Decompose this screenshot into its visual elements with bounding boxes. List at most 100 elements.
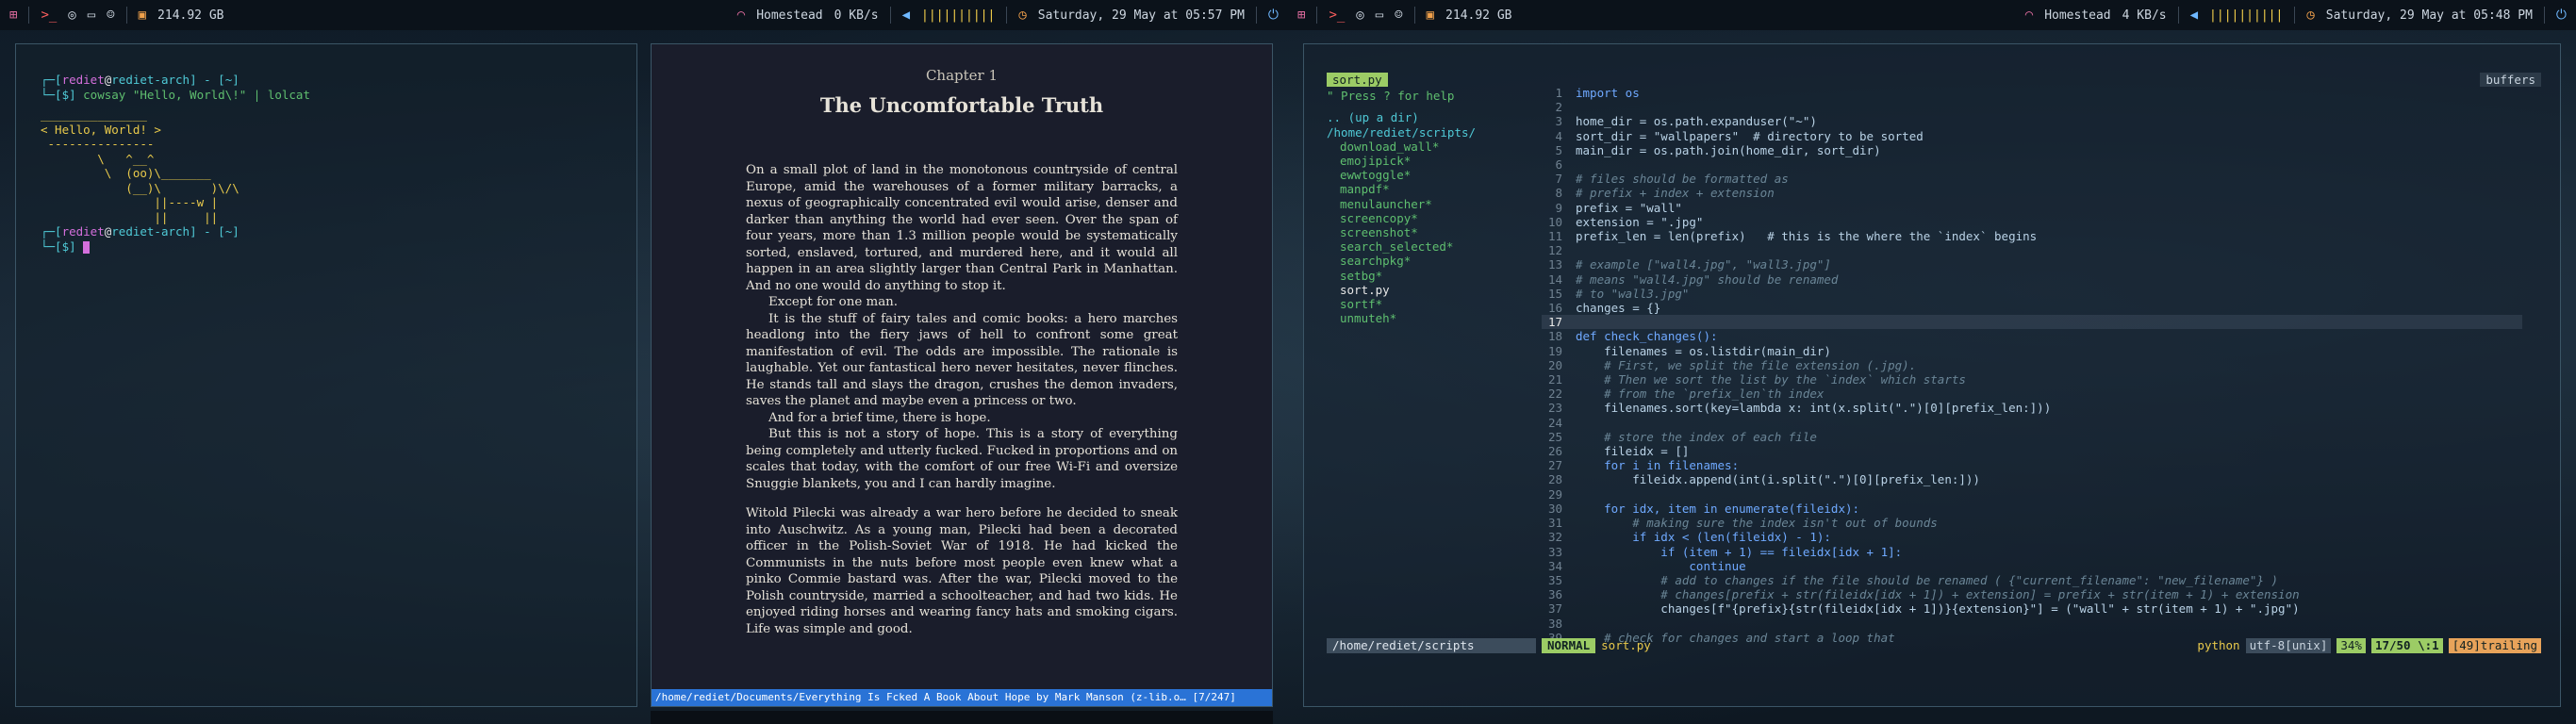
line-number: 11	[1547, 229, 1562, 244]
line-text: continue	[1576, 558, 1746, 573]
files-launcher-icon[interactable]: ▭	[88, 8, 95, 23]
browser-launcher-icon[interactable]: ◎	[68, 8, 75, 23]
wifi-icon[interactable]: ◠	[737, 8, 745, 23]
line-number: 15	[1547, 286, 1562, 301]
line-number: 8	[1555, 186, 1562, 201]
line-number: 12	[1547, 243, 1562, 258]
cowsay-output: _______________ < Hello, World! > ------…	[41, 107, 239, 224]
volume-icon[interactable]: ◀	[902, 8, 910, 23]
nerdtree-file[interactable]: screenshot*	[1340, 225, 1544, 239]
nerdtree-pane[interactable]: sort.py " Press ? for help .. (up a dir)…	[1327, 73, 1544, 325]
line-text: # means "wall4.jpg" should be renamed	[1576, 272, 1839, 287]
nerdtree-file[interactable]: download_wall*	[1340, 140, 1544, 154]
status-trailing: [49]trailing	[2448, 638, 2541, 653]
terminal-window[interactable]: ┌─[rediet@rediet-arch] - [~] └─[$] cowsa…	[15, 43, 637, 707]
line-text: extension = ".jpg"	[1576, 214, 1704, 229]
code-line: 20 # First, we split the file extension …	[1542, 358, 2522, 372]
code-line: 24	[1542, 416, 2522, 430]
line-number: 28	[1547, 472, 1562, 487]
line-text: import os	[1576, 86, 1640, 100]
code-line: 3 home_dir = os.path.expanduser("~")	[1542, 114, 2522, 128]
nerdtree-file[interactable]: setbg*	[1340, 269, 1544, 283]
book-paragraph: And for a brief time, there is hope.	[768, 410, 991, 425]
vim-window[interactable]: sort.py " Press ? for help .. (up a dir)…	[1303, 43, 2561, 707]
wifi-icon[interactable]: ◠	[2025, 8, 2033, 23]
code-line: 37 changes[f"{prefix}{str(fileidx[idx + …	[1542, 601, 2522, 616]
line-number: 36	[1547, 587, 1562, 602]
line-text: changes = {}	[1576, 301, 1661, 316]
nerdtree-file[interactable]: ewwtoggle*	[1340, 168, 1544, 182]
volume-level[interactable]: ||||||||||	[2209, 8, 2283, 23]
book-paragraph: It is the stuff of fairy tales and comic…	[746, 311, 1178, 409]
line-text: # add to changes if the file should be r…	[1576, 572, 2279, 587]
code-line: 38	[1542, 617, 2522, 631]
line-text: for i in filenames:	[1576, 458, 1740, 473]
code-editor[interactable]: 1 import os 2 3 home_dir = os.path.expanduse…	[1542, 86, 2522, 645]
nerdtree-file[interactable]: unmuteh*	[1340, 311, 1544, 325]
discord-launcher-icon[interactable]: ☺	[107, 8, 114, 23]
nerdtree-file[interactable]: sortf*	[1340, 297, 1544, 311]
discord-launcher-icon[interactable]: ☺	[1395, 8, 1402, 23]
network-speed: 4 KB/s	[2122, 8, 2167, 23]
nerdtree-file[interactable]: emojipick*	[1340, 154, 1544, 168]
nerdtree-file[interactable]: sort.py	[1340, 283, 1544, 297]
power-icon[interactable]: ⏻	[2556, 8, 2567, 23]
clock-icon: ◷	[1018, 8, 1027, 23]
line-text: prefix = "wall"	[1576, 200, 1682, 215]
line-text: for idx, item in enumerate(fileidx):	[1576, 501, 1860, 516]
nerdtree-file[interactable]: screencopy*	[1340, 211, 1544, 225]
vim-statusline: /home/rediet/scripts NORMAL sort.py pyth…	[1327, 638, 2541, 653]
nerdtree-help: " Press ? for help	[1327, 89, 1455, 104]
nerdtree-file[interactable]: searchpkg*	[1340, 254, 1544, 268]
line-number: 33	[1547, 544, 1562, 559]
terminal-launcher-icon[interactable]: >_	[41, 8, 57, 23]
command-line: └─[$] cowsay "Hello, World\!" | lolcat	[41, 87, 310, 102]
nerdtree-file[interactable]: search_selected*	[1340, 239, 1544, 254]
storage-value: 214.92 GB	[157, 8, 224, 23]
status-filetype: python	[2197, 638, 2240, 653]
line-text: sort_dir = "wallpapers" # directory to b…	[1576, 128, 1924, 143]
nerdtree-file[interactable]: manpdf*	[1340, 182, 1544, 196]
power-icon[interactable]: ⏻	[1268, 8, 1279, 23]
code-line: 28 fileidx.append(int(i.split(".")[0][pr…	[1542, 472, 2522, 486]
code-line: 2	[1542, 100, 2522, 114]
line-text: # files should be formatted as	[1576, 172, 1789, 187]
line-text: # to "wall3.jpg"	[1576, 286, 1690, 301]
nerdtree-file[interactable]: menulauncher*	[1340, 197, 1544, 211]
nerdtree-cwd[interactable]: /home/rediet/scripts/	[1327, 125, 1544, 140]
line-text: home_dir = os.path.expanduser("~")	[1576, 114, 1817, 129]
code-line: 13 # example ["wall4.jpg", "wall3.jpg"]	[1542, 257, 2522, 272]
code-line: 34 continue	[1542, 559, 2522, 573]
command-line[interactable]: └─[$]	[41, 239, 612, 255]
line-text: filenames.sort(key=lambda x: int(x.split…	[1576, 401, 2052, 416]
volume-icon[interactable]: ◀	[2190, 8, 2198, 23]
line-number: 23	[1547, 401, 1562, 416]
book-paragraph: Witold Pilecki was already a war hero be…	[746, 506, 1178, 636]
line-text: # from the `prefix_len`th index	[1576, 387, 1825, 402]
line-text: filenames = os.listdir(main_dir)	[1576, 343, 1831, 358]
line-text: fileidx.append(int(i.split(".")[0][prefi…	[1576, 472, 1980, 487]
status-percent: 34%	[2337, 638, 2366, 653]
code-line: 36 # changes[prefix + str(fileidx[idx + …	[1542, 587, 2522, 601]
line-number: 13	[1547, 257, 1562, 272]
clock-icon: ◷	[2306, 8, 2315, 23]
workspaces-icon[interactable]: ⊞	[1297, 8, 1305, 23]
line-number: 29	[1547, 486, 1562, 502]
line-number: 14	[1547, 272, 1562, 287]
clock: Saturday, 29 May at 05:48 PM	[2325, 8, 2533, 23]
code-line: 33 if (item + 1) == fileidx[idx + 1]:	[1542, 545, 2522, 559]
nerdtree-tab[interactable]: sort.py	[1327, 73, 1388, 87]
line-text: prefix_len = len(prefix) # this is the w…	[1576, 229, 2038, 244]
code-line: 9 prefix = "wall"	[1542, 201, 2522, 215]
volume-level[interactable]: ||||||||||	[921, 8, 995, 23]
book-reader-window[interactable]: Chapter 1 The Uncomfortable Truth On a s…	[651, 43, 1273, 707]
terminal-launcher-icon[interactable]: >_	[1329, 8, 1345, 23]
files-launcher-icon[interactable]: ▭	[1376, 8, 1383, 23]
code-line: 14 # means "wall4.jpg" should be renamed	[1542, 272, 2522, 287]
workspaces-icon[interactable]: ⊞	[9, 8, 17, 23]
bottom-strip-left	[651, 711, 1273, 724]
browser-launcher-icon[interactable]: ◎	[1356, 8, 1363, 23]
line-number: 20	[1547, 357, 1562, 372]
nerdtree-up-dir[interactable]: .. (up a dir)	[1327, 110, 1544, 124]
code-line: 23 filenames.sort(key=lambda x: int(x.sp…	[1542, 401, 2522, 415]
